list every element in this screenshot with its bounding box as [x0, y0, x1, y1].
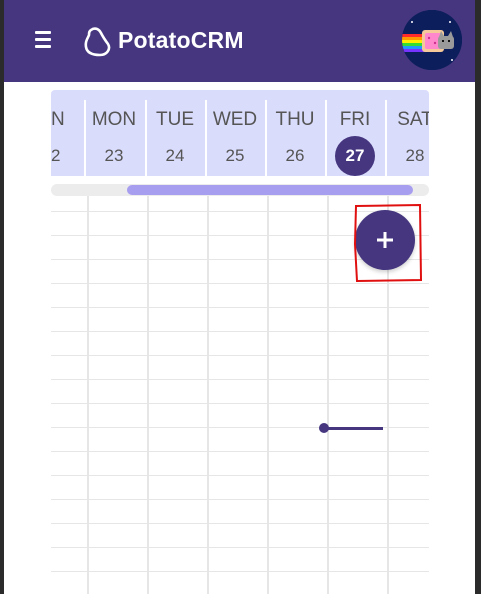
add-event-button[interactable]: [355, 210, 415, 270]
grid-hour-line: [51, 451, 429, 452]
grid-hour-line: [51, 547, 429, 548]
app-window: PotatoCRM N 2 MON 23 TUE 24 WED 25 THU 2…: [4, 0, 475, 594]
day-name: FRI: [339, 109, 371, 130]
day-number: 28: [405, 146, 425, 165]
potato-logo-icon: [84, 27, 111, 57]
week-day-strip: UN 22 MON 23 TUE 24 WED 25 THU 26 FRI 27: [51, 90, 429, 176]
horizontal-scrollbar-thumb[interactable]: [127, 185, 413, 195]
app-header: PotatoCRM: [4, 0, 475, 82]
plus-icon: [377, 232, 393, 248]
grid-hour-line: [51, 523, 429, 524]
day-number: 22: [51, 146, 61, 165]
day-name: THU: [275, 109, 315, 130]
grid-hour-line: [51, 307, 429, 308]
day-tue[interactable]: TUE 24: [145, 90, 205, 176]
grid-hour-line: [51, 283, 429, 284]
grid-hour-line: [51, 475, 429, 476]
grid-hour-line: [51, 355, 429, 356]
grid-hour-line: [51, 403, 429, 404]
grid-hour-line: [51, 379, 429, 380]
day-number: 23: [104, 146, 124, 165]
day-number: 25: [225, 146, 245, 165]
day-number: 27: [345, 146, 365, 165]
day-fri-selected[interactable]: FRI 27: [325, 90, 385, 176]
hamburger-menu-icon[interactable]: [35, 31, 51, 49]
day-number: 26: [285, 146, 305, 165]
day-sat[interactable]: SAT 28: [385, 90, 429, 176]
day-name: UN: [51, 109, 65, 130]
window-edge: [475, 0, 481, 594]
day-mon[interactable]: MON 23: [84, 90, 144, 176]
grid-day-line: [267, 196, 269, 594]
grid-day-line: [87, 196, 89, 594]
day-wed[interactable]: WED 25: [205, 90, 265, 176]
nyan-cat-avatar-icon: [402, 10, 462, 70]
day-name: SAT: [397, 109, 429, 130]
grid-day-line: [147, 196, 149, 594]
app-brand-name: PotatoCRM: [118, 27, 244, 53]
day-name: MON: [91, 109, 137, 130]
day-thu[interactable]: THU 26: [265, 90, 325, 176]
day-name: WED: [212, 109, 258, 130]
grid-hour-line: [51, 571, 429, 572]
horizontal-scrollbar[interactable]: [51, 184, 429, 196]
grid-hour-line: [51, 499, 429, 500]
current-time-indicator-line: [327, 427, 383, 430]
day-number: 24: [165, 146, 185, 165]
grid-day-line: [327, 196, 329, 594]
grid-hour-line: [51, 331, 429, 332]
user-avatar[interactable]: [402, 10, 462, 70]
day-name: TUE: [156, 109, 194, 130]
grid-day-line: [207, 196, 209, 594]
day-sun[interactable]: UN 22: [51, 90, 81, 176]
